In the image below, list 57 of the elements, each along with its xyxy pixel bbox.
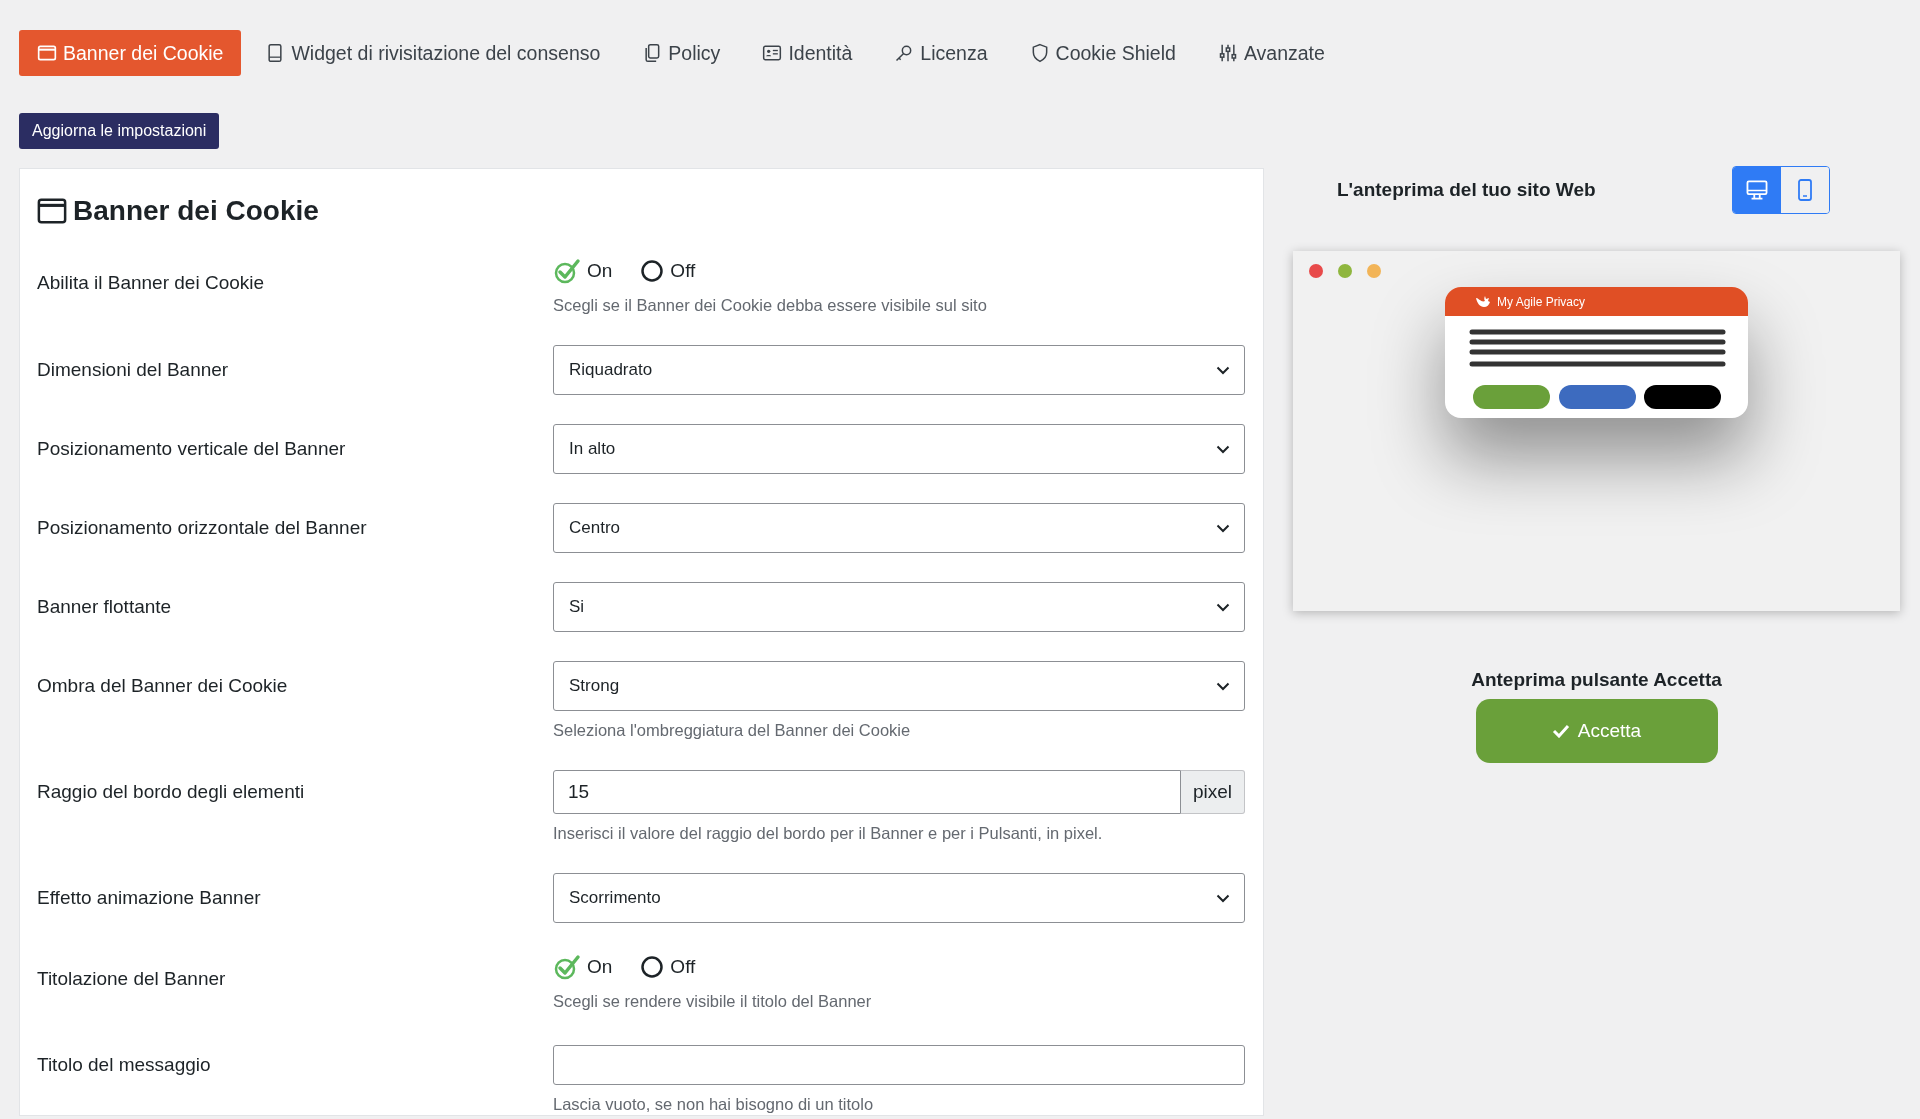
field-hint: Inserisci il valore del raggio del bordo per il Banner e per i Pulsanti, in pixel. [553, 823, 1104, 844]
id-card-icon [762, 43, 783, 63]
radio-option[interactable]: On [553, 257, 613, 285]
chevron-down-icon [1216, 893, 1230, 903]
field-label: Banner flottante [37, 595, 173, 619]
dropdown[interactable]: Centro [553, 503, 1245, 553]
window-dot-icon [1367, 264, 1381, 278]
window-icon [37, 43, 57, 63]
tab[interactable]: Widget di rivisitazione del consenso [247, 30, 619, 76]
brand-name: My Agile Privacy [1497, 294, 1586, 309]
chevron-down-icon [1216, 602, 1230, 612]
input-field[interactable] [553, 1045, 1245, 1085]
input-field[interactable]: 15 [553, 770, 1181, 814]
tab[interactable]: Licenza [876, 30, 1006, 76]
check-icon [1551, 724, 1570, 738]
window-dot-icon [1309, 264, 1323, 278]
field-label: Ombra del Banner dei Cookie [37, 674, 289, 698]
tab[interactable]: Identità [744, 30, 871, 76]
accept-preview-title: Anteprima pulsante Accetta [1470, 669, 1723, 691]
field-label: Titolazione del Banner [37, 967, 227, 991]
chevron-down-icon [1216, 681, 1230, 691]
preview-title: L'anteprima del tuo sito Web [1337, 179, 1596, 201]
field-label: Posizionamento verticale del Banner [37, 437, 347, 461]
window-icon [37, 197, 67, 225]
field-label: Dimensioni del Banner [37, 358, 230, 382]
device-toggle-button[interactable] [1733, 167, 1781, 213]
field-label: Posizionamento orizzontale del Banner [37, 516, 368, 540]
window-dot-icon [1338, 264, 1352, 278]
field-label: Titolo del messaggio [37, 1053, 212, 1077]
tab[interactable]: Policy [624, 30, 739, 76]
desktop-icon [1746, 180, 1768, 200]
phone-icon [1798, 179, 1812, 201]
field-label: Effetto animazione Banner [37, 886, 262, 910]
field-hint: Scegli se rendere visibile il titolo del Banner [553, 991, 873, 1012]
field-label: Raggio del bordo degli elementi [37, 780, 306, 804]
panel-title: Banner dei Cookie [73, 194, 319, 228]
chevron-down-icon [1216, 444, 1230, 454]
field-hint: Seleziona l'ombreggiatura del Banner dei Cookie [553, 720, 912, 741]
dropdown[interactable]: Riquadrato [553, 345, 1245, 395]
field-hint: Lascia vuoto, se non hai bisogno di un titolo [553, 1094, 875, 1115]
chevron-down-icon [1216, 365, 1230, 375]
radio-option[interactable]: On [553, 953, 613, 981]
radio-option[interactable]: Off [640, 955, 696, 979]
dropdown[interactable]: Si [553, 582, 1245, 632]
tab[interactable]: Cookie Shield [1011, 30, 1194, 76]
field-label: Abilita il Banner dei Cookie [37, 271, 266, 295]
field-hint: Scegli se il Banner dei Cookie debba essere visibile sul sito [553, 295, 988, 316]
dropdown[interactable]: Scorrimento [553, 873, 1245, 923]
chevron-down-icon [1216, 523, 1230, 533]
dropdown[interactable]: In alto [553, 424, 1245, 474]
sliders-icon [1217, 43, 1238, 63]
dropdown[interactable]: Strong [553, 661, 1245, 711]
tab[interactable]: Avanzate [1199, 30, 1343, 76]
unit-addon: pixel [1180, 770, 1245, 814]
radio-option[interactable]: Off [640, 259, 696, 283]
tab[interactable]: Banner dei Cookie [19, 30, 242, 76]
update-settings-button[interactable]: Aggiorna le impostazioni [19, 113, 220, 149]
